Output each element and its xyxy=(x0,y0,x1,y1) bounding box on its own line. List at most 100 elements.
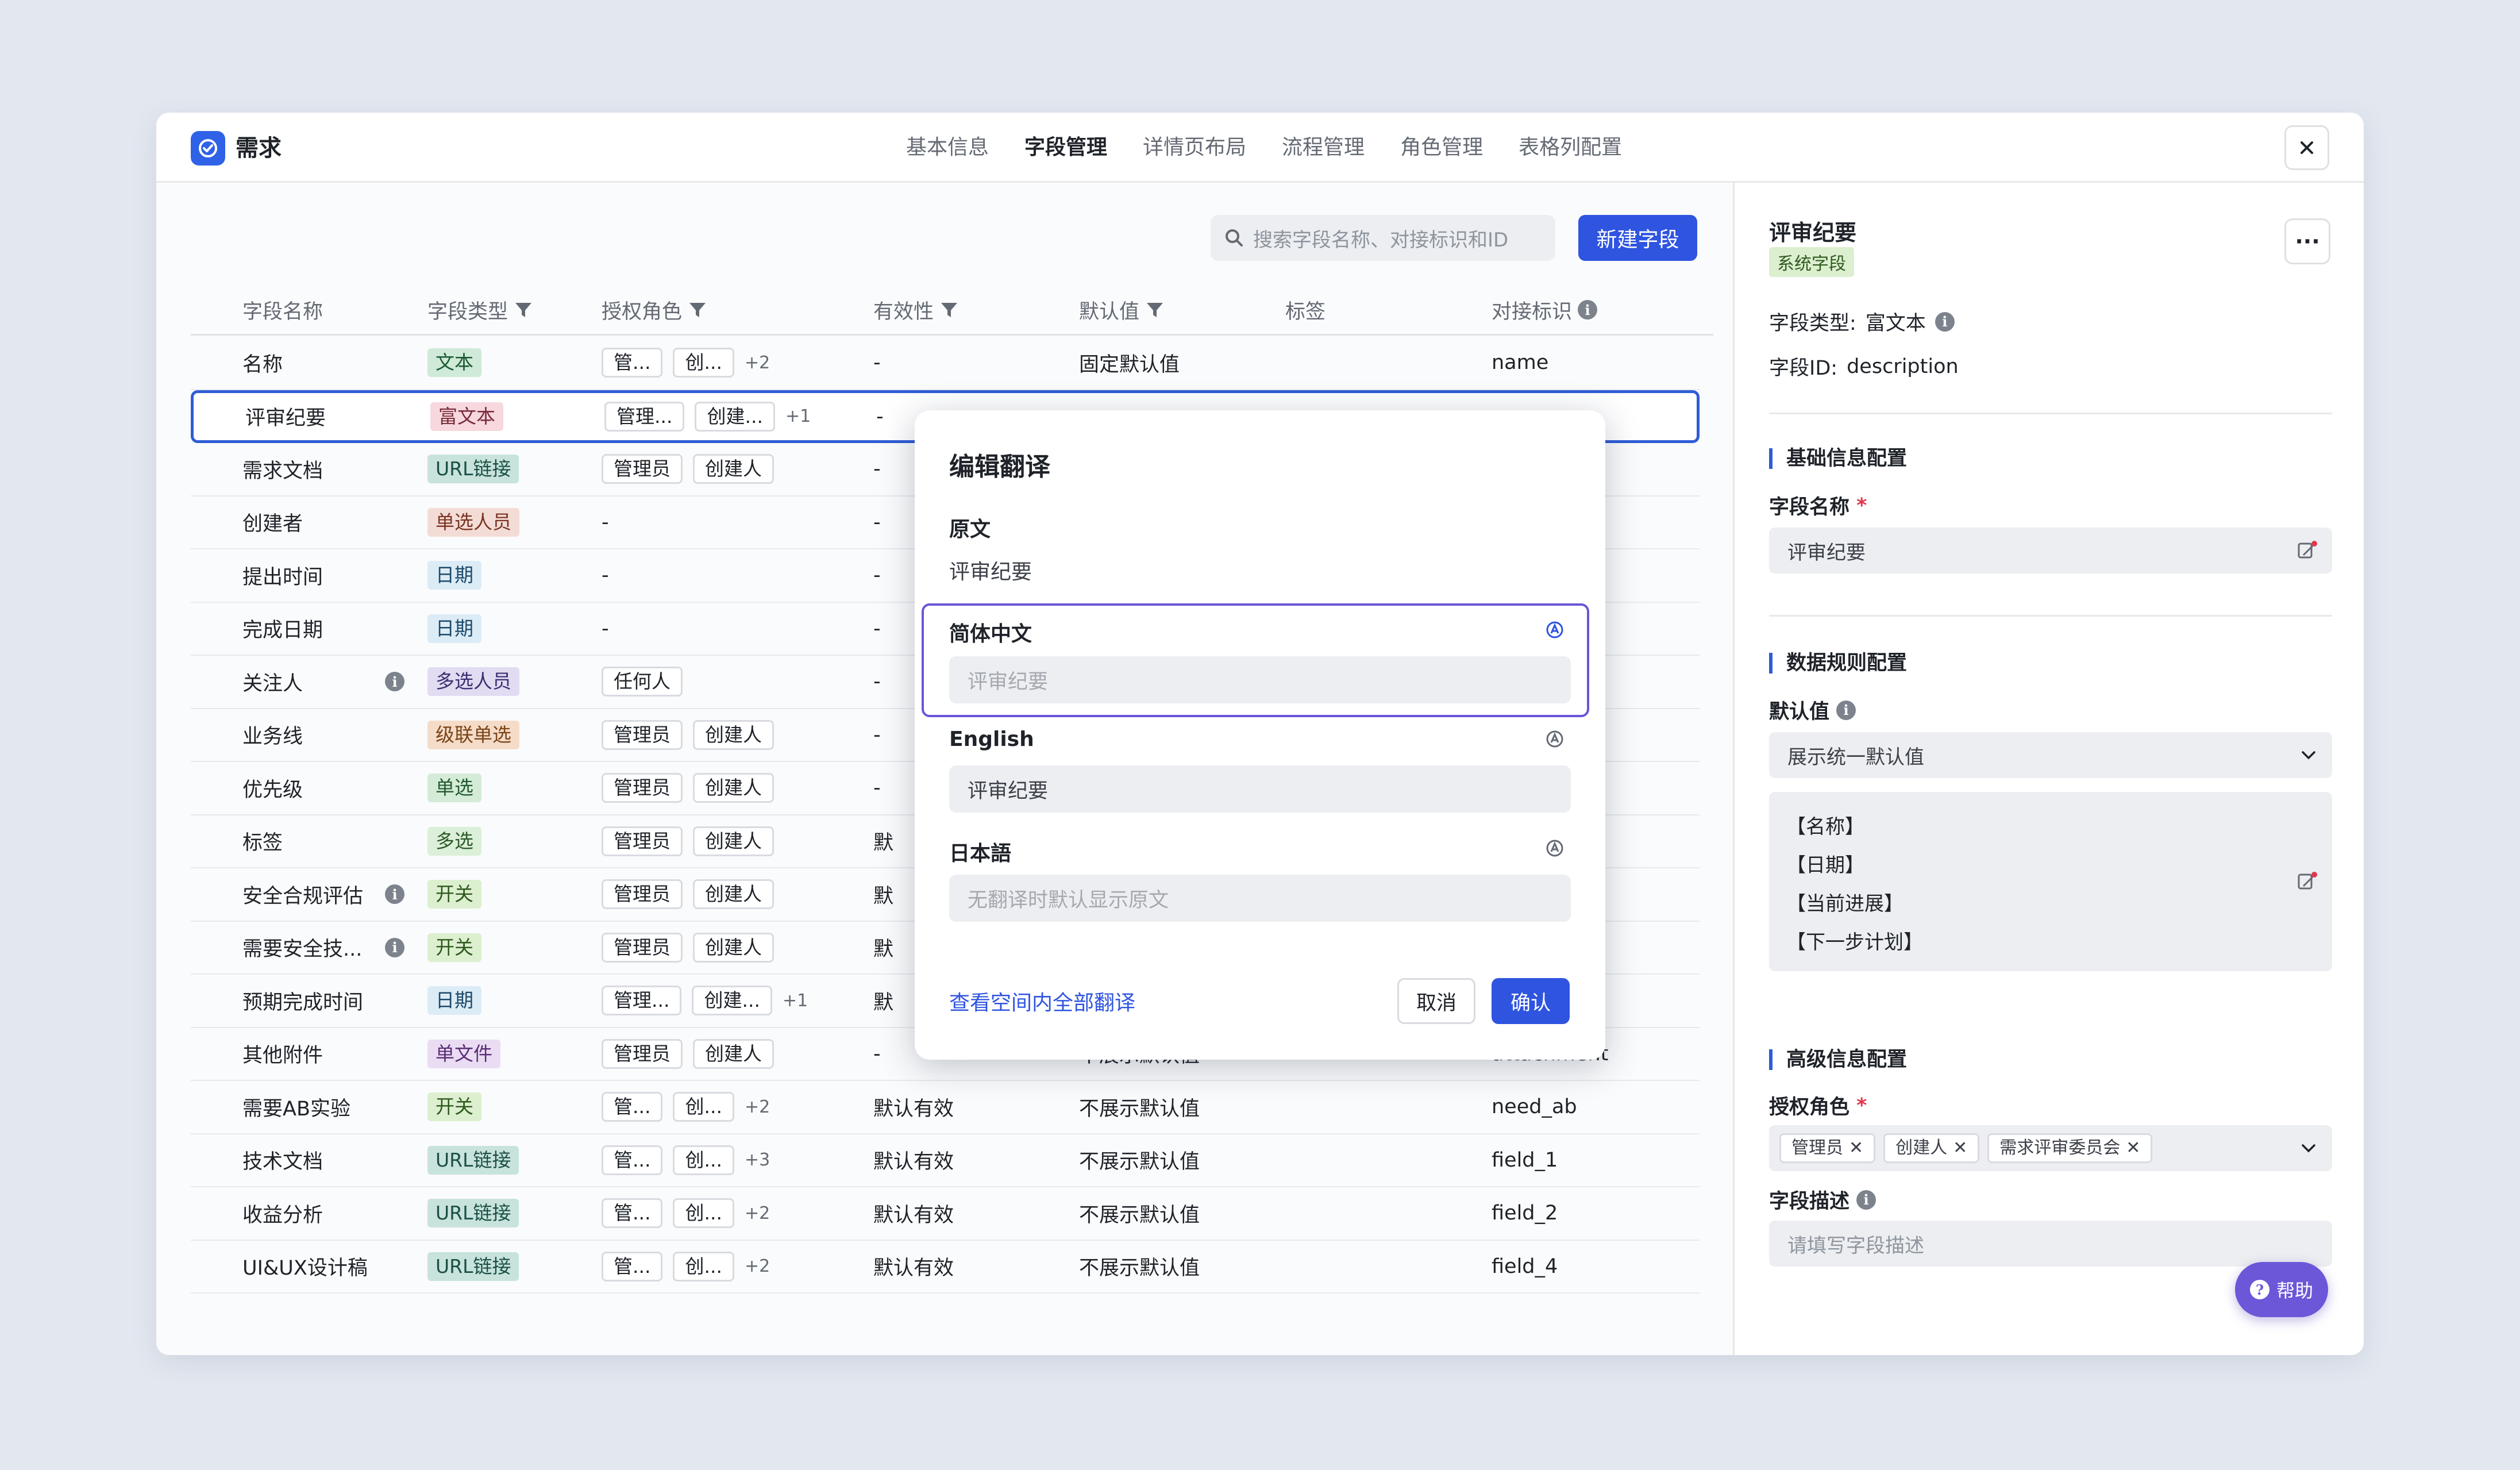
role-chip: 管... xyxy=(602,1092,663,1122)
field-type-cell: 富文本 xyxy=(430,393,503,441)
type-badge: 日期 xyxy=(427,561,481,590)
info-icon[interactable]: i xyxy=(385,672,404,692)
more-roles-count[interactable]: +1 xyxy=(785,406,811,426)
confirm-button[interactable]: 确认 xyxy=(1492,978,1570,1024)
info-icon[interactable]: i xyxy=(1578,300,1598,320)
validity-cell: 默认有效 xyxy=(873,1257,954,1280)
role-cell: 管理员 创建人 xyxy=(602,443,774,495)
role-cell: 管... 创... +2 xyxy=(602,1081,770,1133)
help-button[interactable]: ? 帮助 xyxy=(2235,1262,2328,1317)
col-header-name: 字段名称 xyxy=(242,300,323,324)
more-roles-count[interactable]: +1 xyxy=(783,991,808,1011)
ja-input[interactable]: 无翻译时默认显示原文 xyxy=(949,875,1571,922)
role-chip: 管理员 xyxy=(602,879,683,910)
auto-translate-icon[interactable] xyxy=(1544,838,1565,859)
close-button[interactable] xyxy=(2284,125,2329,170)
validity-cell: - xyxy=(873,670,881,694)
remove-icon[interactable]: ✕ xyxy=(2126,1135,2140,1161)
tab-basic-info[interactable]: 基本信息 xyxy=(906,133,989,162)
tab-field-management[interactable]: 字段管理 xyxy=(1024,133,1107,162)
filter-icon[interactable] xyxy=(688,300,707,320)
more-roles-count[interactable]: +2 xyxy=(745,353,770,373)
default-line: 【名称】 xyxy=(1786,815,1864,838)
filter-icon[interactable] xyxy=(1145,300,1165,320)
zh-input[interactable]: 评审纪要 xyxy=(949,656,1571,703)
field-name-cell: 创建者 xyxy=(242,513,303,536)
field-name-cell: 其他附件 xyxy=(242,1044,323,1068)
role-cell: - xyxy=(602,564,609,587)
more-options-button[interactable]: ··· xyxy=(2284,218,2330,264)
role-tag: 管理员 ✕ xyxy=(1779,1133,1876,1163)
description-input[interactable]: 请填写字段描述 xyxy=(1769,1221,2332,1267)
new-field-button[interactable]: 新建字段 xyxy=(1578,215,1697,261)
tab-detail-layout[interactable]: 详情页布局 xyxy=(1143,133,1246,162)
tab-bar: 基本信息 字段管理 详情页布局 流程管理 角色管理 表格列配置 xyxy=(906,113,1622,183)
more-roles-count[interactable]: +3 xyxy=(745,1150,770,1170)
role-chip: 创... xyxy=(673,1145,734,1175)
type-badge: URL链接 xyxy=(427,1145,519,1175)
role-chip: 创... xyxy=(673,348,734,378)
en-input[interactable]: 评审纪要 xyxy=(949,765,1571,813)
default-value-label: 默认值 i xyxy=(1769,695,1856,725)
field-name-input[interactable]: 评审纪要 xyxy=(1769,528,2332,574)
role-cell: 管理员 创建人 xyxy=(602,922,774,974)
type-badge: 多选人员 xyxy=(427,667,519,696)
field-type-cell: 文本 xyxy=(427,337,481,389)
tab-workflow[interactable]: 流程管理 xyxy=(1282,133,1365,162)
role-chip: 创建人 xyxy=(693,719,774,750)
table-row[interactable]: 收益分析 URL链接 管... 创... +2 默认有效 不展示默认值 field_2 xyxy=(191,1187,1700,1241)
field-name-cell: 评审纪要 xyxy=(245,407,326,430)
filter-icon[interactable] xyxy=(939,300,959,320)
table-row[interactable]: 需要AB实验 开关 管... 创... +2 默认有效 不展示默认值 need_ab xyxy=(191,1081,1700,1134)
role-chip: 管理员 xyxy=(602,719,683,750)
translate-edit-icon[interactable] xyxy=(2295,539,2318,562)
role-cell: - xyxy=(602,617,609,640)
tab-roles[interactable]: 角色管理 xyxy=(1400,133,1483,162)
field-name-cell: 需要AB实验 xyxy=(242,1097,350,1121)
default-value-select[interactable]: 展示统一默认值 xyxy=(1769,732,2332,778)
cancel-button[interactable]: 取消 xyxy=(1397,978,1475,1024)
role-chip: 管理员 xyxy=(602,932,683,963)
translate-edit-icon[interactable] xyxy=(2295,870,2318,893)
zh-label: 简体中文 xyxy=(949,622,1032,646)
table-row[interactable]: UI&UX设计稿 URL链接 管... 创... +2 默认有效 不展示默认值 field_4 xyxy=(191,1241,1700,1294)
info-icon[interactable]: i xyxy=(385,884,404,905)
more-roles-count[interactable]: +2 xyxy=(745,1097,770,1117)
role-cell: 管... 创... +2 xyxy=(602,1241,770,1293)
roles-select[interactable]: 管理员 ✕ 创建人 ✕ 需求评审委员会 ✕ xyxy=(1769,1125,2332,1171)
tab-table-columns[interactable]: 表格列配置 xyxy=(1519,133,1622,162)
role-chip: 创... xyxy=(673,1251,734,1282)
more-roles-count[interactable]: +2 xyxy=(745,1256,770,1276)
type-badge: 多选 xyxy=(427,826,481,856)
search-input[interactable]: 搜索字段名称、对接标识和ID xyxy=(1211,215,1555,261)
table-row[interactable]: 技术文档 URL链接 管... 创... +3 默认有效 不展示默认值 field_1 xyxy=(191,1134,1700,1187)
field-name-cell: 收益分析 xyxy=(242,1203,323,1227)
remove-icon[interactable]: ✕ xyxy=(1953,1135,1967,1161)
info-icon[interactable]: i xyxy=(1935,311,1955,332)
type-badge: 单文件 xyxy=(427,1039,500,1068)
info-icon[interactable]: i xyxy=(1856,1190,1876,1210)
filter-icon[interactable] xyxy=(514,300,533,320)
role-chip: 管... xyxy=(602,1251,663,1282)
field-type-cell: 日期 xyxy=(427,603,481,655)
auto-translate-icon[interactable] xyxy=(1544,619,1565,640)
edit-translation-dialog: 编辑翻译 原文 评审纪要 简体中文 评审纪要 English 评审纪要 日本語 … xyxy=(915,410,1605,1060)
default-value-cell: 不展示默认值 xyxy=(1079,1097,1200,1121)
default-line: 【下一步计划】 xyxy=(1786,931,1923,954)
role-tag: 需求评审委员会 ✕ xyxy=(1987,1133,2153,1163)
table-header: 字段名称 字段类型 授权角色 有效性 默认值 标签 对接标识 i xyxy=(191,284,1713,336)
table-row[interactable]: 名称 文本 管... 创... +2 - 固定默认值 name xyxy=(191,337,1700,390)
role-chip: 创建人 xyxy=(693,773,774,803)
identifier-cell: need_ab xyxy=(1492,1095,1577,1119)
field-name-cell: 技术文档 xyxy=(242,1150,323,1174)
view-all-translations-link[interactable]: 查看空间内全部翻译 xyxy=(949,986,1135,1016)
more-roles-count[interactable]: +2 xyxy=(745,1203,770,1223)
info-icon[interactable]: i xyxy=(1836,700,1856,720)
remove-icon[interactable]: ✕ xyxy=(1849,1135,1863,1161)
auto-translate-icon[interactable] xyxy=(1544,729,1565,749)
info-icon[interactable]: i xyxy=(385,937,404,957)
default-value-textarea[interactable]: 【名称】 【日期】 【当前进展】 【下一步计划】 xyxy=(1769,792,2332,971)
type-badge: 日期 xyxy=(427,614,481,643)
role-cell: 管... 创... +3 xyxy=(602,1134,770,1187)
original-label: 原文 xyxy=(949,518,991,541)
